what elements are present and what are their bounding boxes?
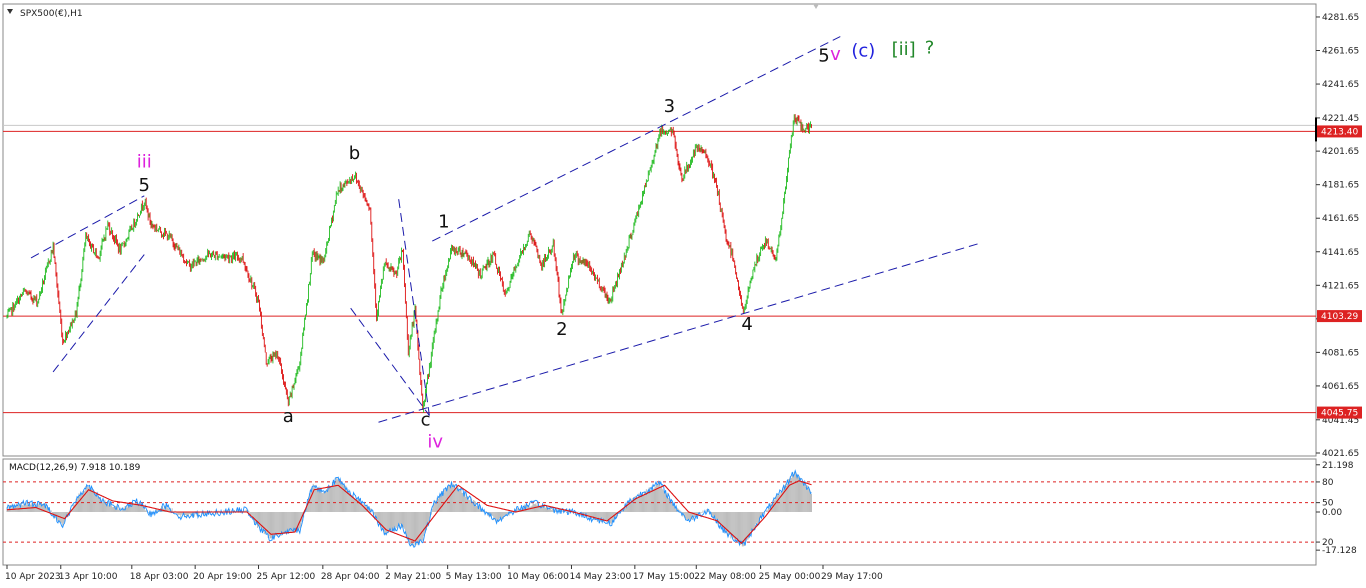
time-tick-label: 20 Apr 19:00 (193, 572, 252, 582)
wave-label: 5 (139, 175, 150, 196)
price-tick-label: 4081.65 (1322, 348, 1359, 358)
price-chart[interactable]: 4281.65 4261.65 4241.65 4221.45 4201.65 4181.… (0, 0, 1366, 588)
wave-label: 5 (818, 46, 829, 67)
time-tick-label: 17 May 15:00 (633, 572, 695, 582)
time-tick-label: 22 May 08:00 (694, 572, 756, 582)
time-tick-label: 10 Apr 2023 (5, 572, 61, 582)
time-tick-label: 13 Apr 10:00 (59, 572, 118, 582)
price-tick-label: 4021.65 (1322, 449, 1359, 459)
wave-label: 4 (741, 314, 752, 335)
wave-label: 3 (664, 96, 675, 117)
level-price-label: 4045.75 (1321, 409, 1358, 419)
price-tick-label: 4221.45 (1322, 114, 1359, 124)
wave-label: v (830, 44, 841, 65)
wave-label: b (349, 143, 360, 164)
level-price-label: 4213.40 (1321, 127, 1358, 137)
price-panel (2, 3, 1317, 457)
wave-label: c (421, 410, 431, 431)
time-tick-label: 10 May 06:00 (507, 572, 569, 582)
time-tick-label: 29 May 17:00 (821, 572, 883, 582)
macd-tick-label: 80 (1322, 478, 1334, 488)
time-tick-label: 25 Apr 12:00 (257, 572, 316, 582)
wave-label: (c) (851, 41, 875, 62)
time-tick-label: 18 Apr 03:00 (130, 572, 189, 582)
wave-label: iv (427, 431, 443, 452)
wave-label: 2 (556, 319, 567, 340)
level-price-label: 4103.29 (1321, 312, 1358, 322)
price-tick-label: 4201.65 (1322, 147, 1359, 157)
wave-label: a (283, 406, 294, 427)
price-tick-label: 4281.65 (1322, 13, 1359, 23)
macd-tick-label: -17.128 (1322, 546, 1357, 556)
price-tick-label: 4261.65 (1322, 47, 1359, 57)
macd-label: MACD(12,26,9) 7.918 10.189 (9, 463, 141, 473)
wave-label: ? (925, 37, 935, 58)
symbol-label: SPX500(€),H1 (20, 9, 83, 19)
time-tick-label: 14 May 23:00 (569, 572, 631, 582)
price-tick-label: 4121.65 (1322, 281, 1359, 291)
price-tick-label: 4161.65 (1322, 214, 1359, 224)
time-tick-label: 5 May 13:00 (446, 572, 502, 582)
time-tick-label: 2 May 21:00 (385, 572, 441, 582)
price-panel-frame (2, 3, 1317, 457)
wave-label: 1 (438, 212, 449, 233)
wave-label: iii (137, 151, 152, 172)
time-tick-label: 28 Apr 04:00 (321, 572, 380, 582)
time-tick-label: 25 May 00:00 (759, 572, 821, 582)
price-tick-label: 4061.65 (1322, 382, 1359, 392)
macd-tick-label: 0.00 (1322, 508, 1342, 518)
wave-label: [ii] (892, 39, 916, 60)
price-tick-label: 4241.65 (1322, 80, 1359, 90)
macd-tick-label: 21.198 (1322, 461, 1354, 471)
price-tick-label: 4181.65 (1322, 181, 1359, 191)
price-tick-label: 4141.65 (1322, 248, 1359, 258)
